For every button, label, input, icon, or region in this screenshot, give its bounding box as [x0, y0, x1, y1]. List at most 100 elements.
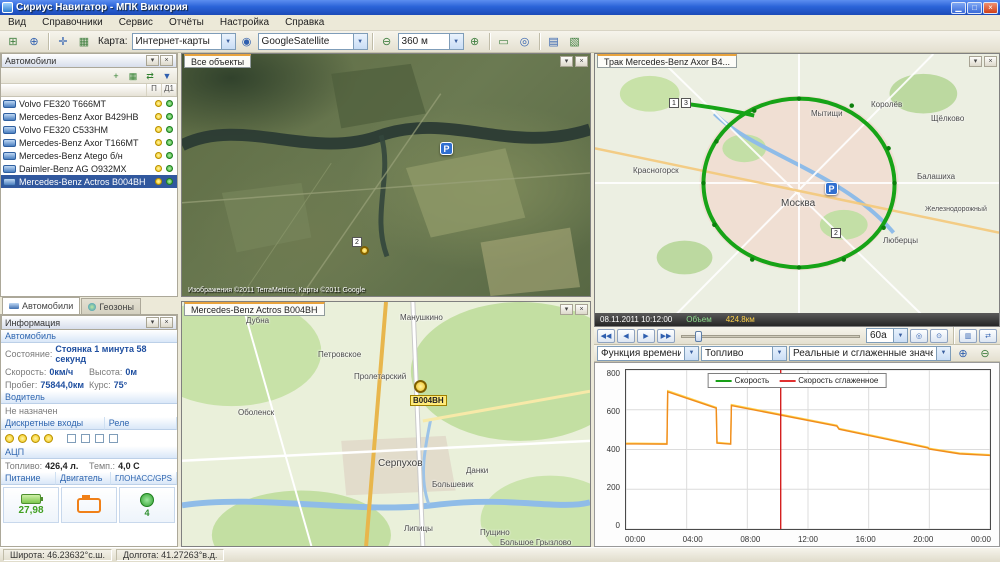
ignition-status-icon	[155, 178, 162, 185]
vehicle-row[interactable]: Mercedes-Benz Atego б/н	[1, 149, 177, 162]
skip-end-icon[interactable]: ▶▶	[657, 329, 675, 343]
map-selected-vehicle[interactable]: Mercedes-Benz Actros В004ВН ▾ × Дубна Ма…	[181, 301, 591, 547]
legend-swatch-speed	[716, 380, 732, 382]
minimize-button[interactable]: ▁	[951, 2, 966, 14]
group-icon[interactable]: ▦	[125, 69, 141, 83]
tab-track[interactable]: Трак Mercedes-Benz Axor В4...	[597, 54, 737, 68]
menu-settings[interactable]: Настройка	[212, 16, 277, 29]
close-icon[interactable]: ×	[575, 56, 588, 67]
map-all-objects[interactable]: Все объекты ▾ × P 2 Изображения ©2011 Te…	[181, 53, 591, 297]
close-icon[interactable]: ×	[575, 304, 588, 315]
relay-checkbox[interactable]	[109, 434, 118, 443]
select-icon[interactable]: ▦	[74, 32, 94, 51]
marker-icon[interactable]: ◎	[515, 32, 535, 51]
vehicle-row[interactable]: Daimler-Benz AG О932МХ	[1, 162, 177, 175]
chevron-down-icon[interactable]: ▼	[684, 346, 698, 361]
panel-menu-icon[interactable]: ▾	[560, 304, 573, 315]
print-icon[interactable]: ▤	[544, 32, 564, 51]
pan-icon[interactable]: ✛	[53, 32, 73, 51]
relay-checkbox[interactable]	[81, 434, 90, 443]
follow-marker-icon[interactable]: ◎	[910, 329, 928, 343]
export-icon[interactable]: ⇄	[979, 329, 997, 343]
vehicle-row[interactable]: Mercedes-Benz Axor В429НВ	[1, 110, 177, 123]
chart-mode-combo[interactable]: Реальные и сглаженные значения ▼	[789, 346, 951, 361]
vehicle-row[interactable]: Volvo FE320 С533НМ	[1, 123, 177, 136]
refresh-icon[interactable]: ⇄	[142, 69, 158, 83]
tab-all-objects[interactable]: Все объекты	[184, 54, 251, 68]
map-type-combo[interactable]: Интернет-карты ▼	[132, 33, 236, 50]
map-provider-combo[interactable]: GoogleSatellite ▼	[258, 33, 368, 50]
slider-thumb[interactable]	[695, 331, 702, 342]
map-label: Карта:	[95, 36, 131, 47]
chevron-down-icon[interactable]: ▼	[772, 346, 786, 361]
step-back-icon[interactable]: ◀	[617, 329, 635, 343]
zoom-window-icon[interactable]: ⊞	[3, 32, 23, 51]
menu-directories[interactable]: Справочники	[34, 16, 111, 29]
waypoint-marker-2[interactable]: 2	[831, 228, 841, 238]
close-icon[interactable]: ×	[160, 55, 173, 66]
vehicle-marker[interactable]	[414, 380, 427, 393]
zoom-level-combo[interactable]: 360 м ▼	[398, 33, 464, 50]
waypoint-marker-1[interactable]: 1	[669, 98, 679, 108]
add-vehicle-icon[interactable]: +	[108, 69, 124, 83]
track-position-slider[interactable]	[681, 329, 860, 343]
chevron-down-icon[interactable]: ▼	[353, 34, 367, 49]
globe-icon[interactable]: ◉	[237, 32, 257, 51]
vehicle-row-selected[interactable]: Mercedes-Benz Actros В004ВН	[1, 175, 177, 188]
menu-service[interactable]: Сервис	[111, 16, 161, 29]
vehicle-row[interactable]: Volvo FE320 Т666МТ	[1, 97, 177, 110]
parking-marker[interactable]: P	[825, 182, 838, 195]
maximize-button[interactable]: □	[967, 2, 982, 14]
menu-reports[interactable]: Отчёты	[161, 16, 212, 29]
pin-icon[interactable]: ▾	[146, 317, 159, 328]
playback-speed-combo[interactable]: 60а ▼	[866, 328, 908, 343]
magnet-icon[interactable]: ⊙	[930, 329, 948, 343]
tab-geozones[interactable]: Геозоны	[81, 298, 141, 314]
chevron-down-icon[interactable]: ▼	[893, 328, 907, 343]
zoom-out-icon[interactable]: ⊖	[377, 32, 397, 51]
skip-start-icon[interactable]: ◀◀	[597, 329, 615, 343]
chevron-down-icon[interactable]: ▼	[221, 34, 235, 49]
inputs-relays-row	[1, 430, 177, 446]
zoom-in-icon[interactable]: ⊕	[953, 344, 973, 363]
tab-vehicles[interactable]: Автомобили	[2, 297, 80, 314]
close-icon[interactable]: ×	[984, 56, 997, 67]
chart-parameter-combo[interactable]: Топливо ▼	[701, 346, 787, 361]
vehicle-row[interactable]: Mercedes-Benz Axor Т166МТ	[1, 136, 177, 149]
place-label: Мытищи	[811, 109, 843, 118]
chart-function-combo[interactable]: Функция времени ▼	[597, 346, 699, 361]
map-track[interactable]: Трак Mercedes-Benz Axor В4... ▾ × Москва…	[594, 53, 1000, 327]
chart-view-icon[interactable]: ▥	[959, 329, 977, 343]
relay-checkbox[interactable]	[67, 434, 76, 443]
close-button[interactable]: ×	[983, 2, 998, 14]
filter-icon[interactable]: ▼	[159, 69, 175, 83]
close-icon[interactable]: ×	[160, 317, 173, 328]
menu-help[interactable]: Справка	[277, 16, 332, 29]
power-value: 27,98	[18, 505, 43, 516]
zoom-in-icon[interactable]: ⊕	[465, 32, 485, 51]
parking-marker[interactable]: P	[440, 142, 453, 155]
chevron-down-icon[interactable]: ▼	[449, 34, 463, 49]
truck-icon	[3, 100, 16, 108]
vehicle-marker[interactable]	[360, 246, 369, 255]
chart-plot-area[interactable]	[625, 369, 991, 530]
relay-checkbox[interactable]	[95, 434, 104, 443]
zoom-out-icon[interactable]: ⊖	[975, 344, 995, 363]
menu-view[interactable]: Вид	[0, 16, 34, 29]
layers-icon[interactable]: ▧	[565, 32, 585, 51]
chevron-down-icon[interactable]: ▼	[936, 346, 950, 361]
place-label: Манушкино	[400, 313, 443, 322]
ruler-icon[interactable]: ▭	[494, 32, 514, 51]
tab-vehicle-map[interactable]: Mercedes-Benz Actros В004ВН	[184, 302, 325, 316]
play-icon[interactable]: ▶	[637, 329, 655, 343]
waypoint-marker-2[interactable]: 2	[352, 237, 362, 247]
panel-menu-icon[interactable]: ▾	[560, 56, 573, 67]
panel-menu-icon[interactable]: ▾	[969, 56, 982, 67]
road-map-decoration	[182, 302, 590, 546]
satellite-map-decoration	[182, 54, 590, 296]
input-led-icon	[31, 434, 40, 443]
waypoint-marker-3[interactable]: 3	[681, 98, 691, 108]
zoom-in-icon[interactable]: ⊕	[24, 32, 44, 51]
pin-icon[interactable]: ▾	[146, 55, 159, 66]
track-timeline-bar[interactable]: 08.11.2011 10:12:00 Объем 424.8км	[595, 313, 999, 326]
